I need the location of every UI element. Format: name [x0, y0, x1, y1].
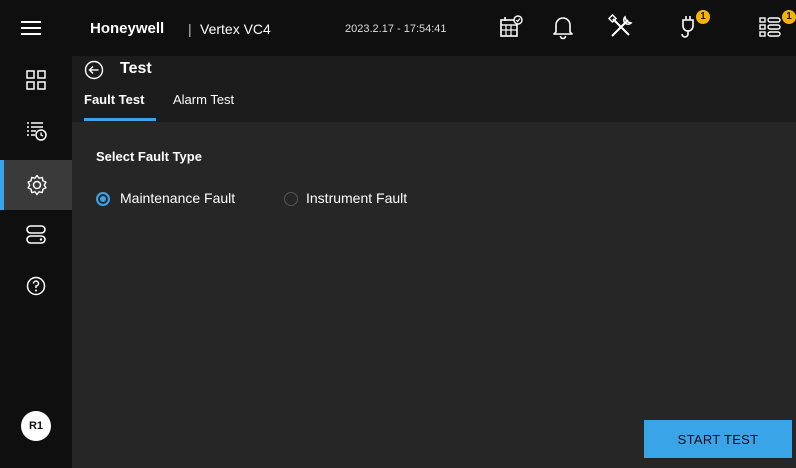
storage-icon	[26, 225, 46, 244]
tab-fault-test[interactable]: Fault Test	[84, 92, 144, 107]
top-bar: Honeywell | Vertex VC4 2023.2.17 - 17:54…	[0, 0, 796, 56]
main-content: Test Fault Test Alarm Test Select Fault …	[72, 56, 796, 468]
tools-icon[interactable]	[608, 14, 634, 40]
page-title: Test	[120, 60, 152, 77]
maintenance-fault-radio[interactable]	[96, 192, 110, 206]
date-time: 2023.2.17 - 17:54:41	[345, 23, 447, 35]
page-header: Test Fault Test Alarm Test	[72, 56, 796, 122]
start-test-button[interactable]: START TEST	[644, 420, 792, 458]
instrument-fault-radio[interactable]	[284, 192, 298, 206]
list-alert-badge: 1	[782, 10, 796, 24]
calendar-check-icon[interactable]	[498, 14, 524, 40]
sidebar-item-event-history[interactable]	[0, 108, 72, 158]
active-tab-indicator	[84, 118, 156, 121]
bell-icon[interactable]	[551, 14, 575, 40]
back-arrow-icon[interactable]	[84, 60, 104, 80]
section-title: Select Fault Type	[96, 149, 202, 164]
dashboard-grid-icon	[26, 70, 46, 90]
list-alert-icon[interactable]	[758, 14, 782, 40]
sidebar-item-dashboard[interactable]	[0, 56, 72, 106]
tab-alarm-test[interactable]: Alarm Test	[173, 92, 234, 107]
sidebar: R1	[0, 56, 72, 468]
header-separator: |	[188, 21, 192, 37]
plug-alert-badge: 1	[696, 10, 710, 24]
instrument-fault-label[interactable]: Instrument Fault	[306, 190, 407, 206]
brand-logo: Honeywell	[90, 20, 165, 37]
user-avatar[interactable]: R1	[21, 411, 51, 441]
settings-gear-icon	[27, 174, 47, 196]
sidebar-item-storage[interactable]	[0, 210, 72, 260]
menu-icon[interactable]	[20, 18, 42, 38]
device-model: Vertex VC4	[200, 21, 271, 37]
event-history-icon	[27, 122, 47, 141]
maintenance-fault-label[interactable]: Maintenance Fault	[120, 190, 235, 206]
sidebar-item-settings[interactable]	[0, 160, 72, 210]
sidebar-item-help[interactable]	[0, 262, 72, 312]
help-icon	[26, 276, 46, 296]
